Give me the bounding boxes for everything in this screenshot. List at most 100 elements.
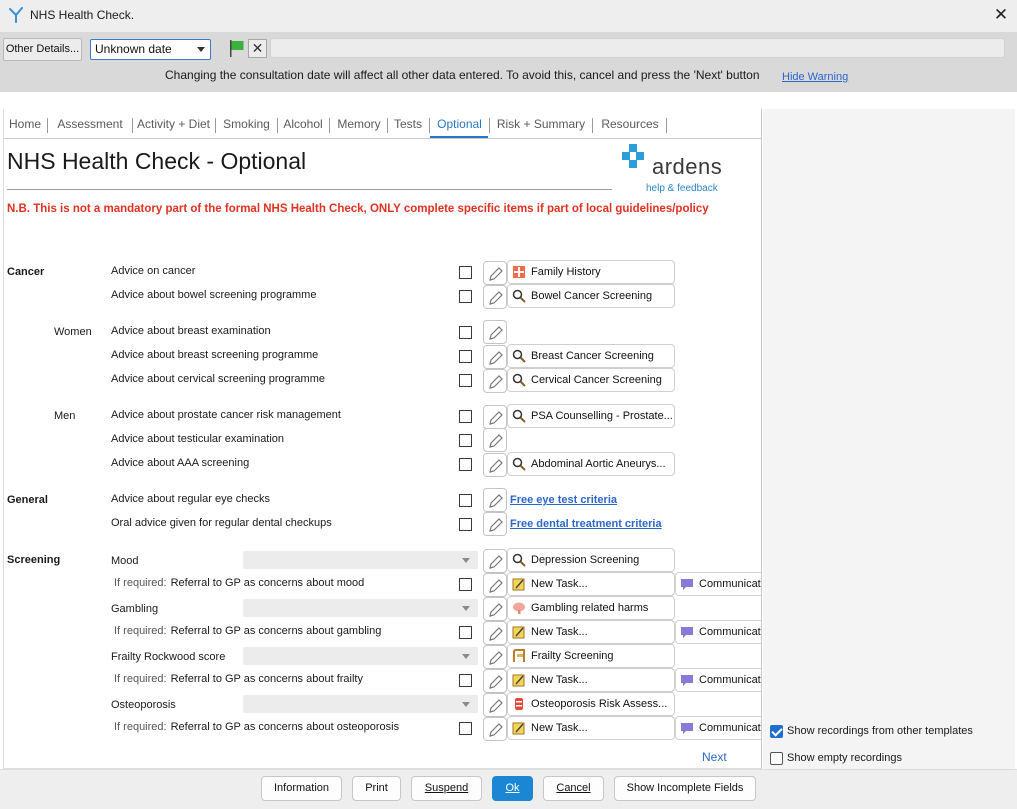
frailty-new-task-button[interactable]: New Task... <box>507 668 675 692</box>
tab-optional[interactable]: Optional <box>432 111 490 138</box>
advice-dental-checkbox[interactable] <box>459 518 472 531</box>
cancel-button[interactable]: Cancel <box>543 776 604 801</box>
show-empty-recordings-checkbox[interactable] <box>770 752 783 765</box>
advice-testicular-edit[interactable] <box>483 428 507 452</box>
advice-testicular-checkbox[interactable] <box>459 434 472 447</box>
ok-button[interactable]: Ok <box>492 776 533 801</box>
mood-edit[interactable] <box>483 549 507 573</box>
advice-eye-edit[interactable] <box>483 488 507 512</box>
breast-screening-button[interactable]: Breast Cancer Screening <box>507 344 675 368</box>
tab-assessment[interactable]: Assessment <box>50 111 133 138</box>
tab-tests[interactable]: Tests <box>389 111 430 138</box>
depression-screening-button[interactable]: Depression Screening <box>507 548 675 572</box>
search-icon <box>512 457 526 471</box>
chevron-down-icon <box>462 654 470 659</box>
osteoporosis-referral-checkbox[interactable] <box>459 722 472 735</box>
advice-breast-exam-checkbox[interactable] <box>459 326 472 339</box>
gambling-communicate-button[interactable]: Communicat... <box>675 620 761 644</box>
tab-activity-diet[interactable]: Activity + Diet <box>134 111 216 138</box>
advice-bowel-edit[interactable] <box>483 285 507 309</box>
advice-breast-screen-edit[interactable] <box>483 345 507 369</box>
free-dental-treatment-link[interactable]: Free dental treatment criteria <box>510 518 662 530</box>
osteoporosis-risk-button[interactable]: Osteoporosis Risk Assess... <box>507 692 675 716</box>
other-details-button[interactable]: Other Details... <box>3 38 82 61</box>
advice-dental-edit[interactable] <box>483 512 507 536</box>
cervical-screening-button[interactable]: Cervical Cancer Screening <box>507 368 675 392</box>
print-button[interactable]: Print <box>352 776 401 801</box>
date-select-value: Unknown date <box>95 42 172 56</box>
psa-counselling-button[interactable]: PSA Counselling - Prostate... <box>507 404 675 428</box>
suspend-button[interactable]: Suspend <box>411 776 482 801</box>
advice-cervical-edit[interactable] <box>483 369 507 393</box>
gambling-dropdown[interactable] <box>243 599 478 617</box>
advice-breast-exam-edit[interactable] <box>483 320 507 344</box>
show-other-recordings-checkbox[interactable] <box>770 725 783 738</box>
advice-cancer-edit[interactable] <box>483 261 507 285</box>
frailty-edit[interactable] <box>483 645 507 669</box>
tab-home[interactable]: Home <box>5 111 48 138</box>
frailty-referral-checkbox[interactable] <box>459 674 472 687</box>
frailty-communicate-button[interactable]: Communicat... <box>675 668 761 692</box>
subsection-men: Men <box>54 410 76 422</box>
gambling-edit[interactable] <box>483 597 507 621</box>
family-history-button[interactable]: Family History <box>507 260 675 284</box>
flag-icon[interactable] <box>228 39 245 58</box>
mood-dropdown[interactable] <box>243 551 478 569</box>
frailty-referral-edit[interactable] <box>483 669 507 693</box>
chat-bubble-icon <box>681 627 693 638</box>
consultation-details-field[interactable] <box>270 38 1005 58</box>
frailty-screening-button[interactable]: Frailty Screening <box>507 644 675 668</box>
osteoporosis-new-task-button[interactable]: New Task... <box>507 716 675 740</box>
mood-new-task-button[interactable]: New Task... <box>507 572 675 596</box>
help-feedback-link[interactable]: help & feedback <box>646 183 718 194</box>
advice-eye-checkbox[interactable] <box>459 494 472 507</box>
free-eye-test-link[interactable]: Free eye test criteria <box>510 494 617 506</box>
mood-communicate-button[interactable]: Communicat... <box>675 572 761 596</box>
mood-referral-checkbox[interactable] <box>459 578 472 591</box>
advice-prostate-label: Advice about prostate cancer risk manage… <box>111 409 341 421</box>
advice-breast-screen-checkbox[interactable] <box>459 350 472 363</box>
osteoporosis-communicate-button[interactable]: Communicat... <box>675 716 761 740</box>
gambling-new-task-button[interactable]: New Task... <box>507 620 675 644</box>
advice-aaa-checkbox[interactable] <box>459 458 472 471</box>
advice-aaa-edit[interactable] <box>483 453 507 477</box>
osteoporosis-edit[interactable] <box>483 693 507 717</box>
information-button[interactable]: Information <box>261 776 342 801</box>
osteoporosis-referral-edit[interactable] <box>483 717 507 741</box>
pencil-icon <box>489 351 503 365</box>
if-required-label: If required: <box>114 577 167 589</box>
advice-prostate-checkbox[interactable] <box>459 410 472 423</box>
advice-breast-screen-label: Advice about breast screening programme <box>111 349 319 361</box>
chat-bubble-icon <box>681 675 693 686</box>
tab-smoking[interactable]: Smoking <box>218 111 278 138</box>
advice-cancer-checkbox[interactable] <box>459 266 472 279</box>
tab-resources[interactable]: Resources <box>596 111 667 138</box>
advice-prostate-edit[interactable] <box>483 405 507 429</box>
brain-icon <box>513 602 525 614</box>
hide-warning-link[interactable]: Hide Warning <box>782 71 848 83</box>
tab-memory[interactable]: Memory <box>333 111 388 138</box>
advice-cervical-checkbox[interactable] <box>459 374 472 387</box>
gambling-referral-edit[interactable] <box>483 621 507 645</box>
advice-bowel-checkbox[interactable] <box>459 290 472 303</box>
tab-risk-summary[interactable]: Risk + Summary <box>492 111 593 138</box>
communicate-label: Communicat... <box>699 674 761 686</box>
gambling-referral-checkbox[interactable] <box>459 626 472 639</box>
pencil-icon <box>489 627 503 641</box>
next-link[interactable]: Next <box>702 750 727 764</box>
search-icon <box>512 553 526 567</box>
tab-alcohol[interactable]: Alcohol <box>279 111 330 138</box>
consultation-date-select[interactable]: Unknown date <box>90 39 211 60</box>
bowel-screening-button[interactable]: Bowel Cancer Screening <box>507 284 675 308</box>
close-icon[interactable]: ✕ <box>990 3 1012 27</box>
gambling-harms-button[interactable]: Gambling related harms <box>507 596 675 620</box>
aaa-screening-button[interactable]: Abdominal Aortic Aneurys... <box>507 452 675 476</box>
new-task-label: New Task... <box>531 578 588 590</box>
if-required-label: If required: <box>114 721 167 733</box>
clear-date-icon[interactable]: ✕ <box>248 39 267 58</box>
osteoporosis-dropdown[interactable] <box>243 695 478 713</box>
task-icon <box>512 578 525 591</box>
mood-referral-edit[interactable] <box>483 573 507 597</box>
show-incomplete-fields-button[interactable]: Show Incomplete Fields <box>614 776 756 801</box>
frailty-dropdown[interactable] <box>243 647 478 665</box>
